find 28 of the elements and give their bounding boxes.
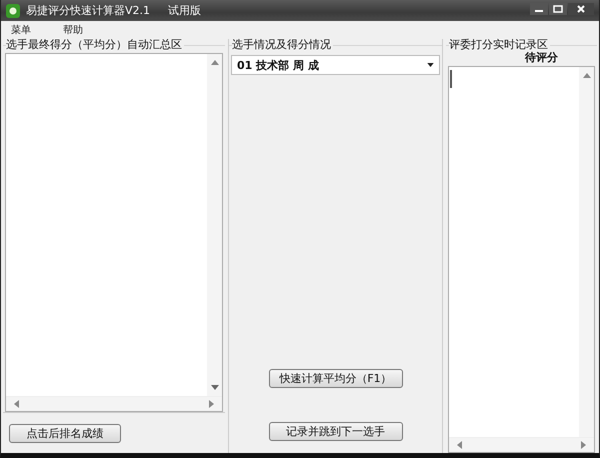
scroll-left-icon[interactable] <box>14 400 19 408</box>
horizontal-scrollbar[interactable] <box>449 437 594 452</box>
window-title: 易捷评分快速计算器V2.1 <box>26 3 150 18</box>
minimize-icon[interactable] <box>530 3 548 15</box>
scroll-right-icon[interactable] <box>209 400 214 408</box>
scroll-left-icon[interactable] <box>457 441 462 449</box>
maximize-icon[interactable] <box>549 3 567 15</box>
rank-button[interactable]: 点击后排名成绩 <box>9 424 121 442</box>
group-title: 评委打分实时记录区 <box>449 39 550 51</box>
horizontal-scrollbar[interactable] <box>6 396 222 411</box>
app-icon <box>6 4 20 18</box>
record-next-button[interactable]: 记录并跳到下一选手 <box>268 422 402 441</box>
contestant-dropdown[interactable]: 01 技术部 周 成 <box>231 55 440 75</box>
group-title: 选手最终得分（平均分）自动汇总区 <box>6 39 184 51</box>
status-label: 待评分 <box>525 52 558 64</box>
dropdown-icon <box>427 63 434 67</box>
vertical-scrollbar[interactable] <box>207 54 222 396</box>
vertical-scrollbar[interactable] <box>579 67 594 437</box>
scroll-up-icon[interactable] <box>210 60 218 65</box>
scroll-right-icon[interactable] <box>581 441 586 449</box>
close-icon[interactable] <box>568 3 594 15</box>
calculate-average-button[interactable]: 快速计算平均分（F1） <box>268 369 402 388</box>
edition-label: 试用版 <box>168 3 202 18</box>
scroll-up-icon[interactable] <box>582 73 590 78</box>
group-title: 选手情况及得分情况 <box>232 39 333 51</box>
menu-item[interactable]: 菜单 <box>11 23 31 39</box>
scroll-down-icon[interactable] <box>210 385 218 390</box>
menu-item[interactable]: 帮助 <box>63 23 83 39</box>
